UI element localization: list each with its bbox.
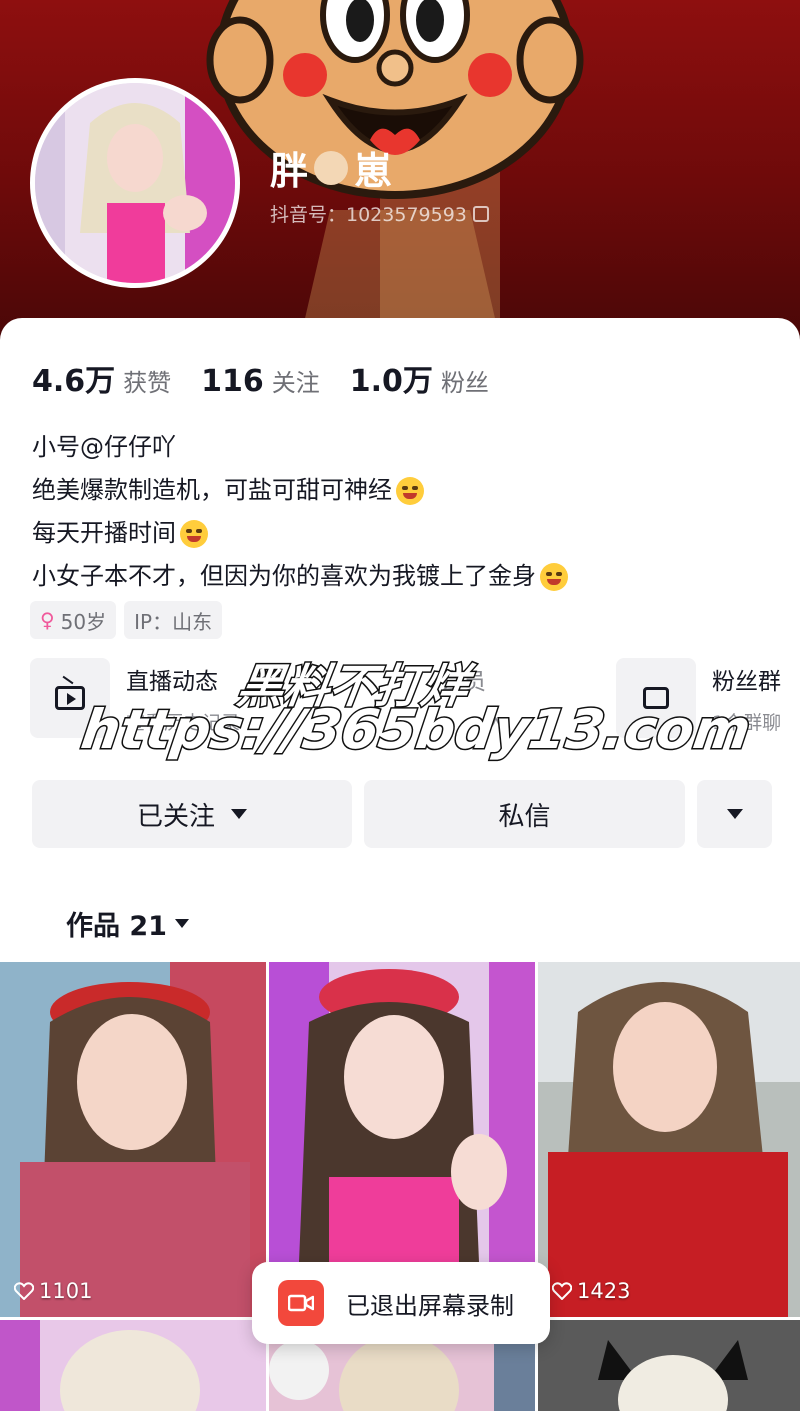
bio-line-2-text: 绝美爆款制造机，可盐可甜可神经	[32, 476, 392, 504]
ip-tag-text: IP：山东	[134, 609, 213, 634]
stat-likes-label: 获赞	[123, 369, 172, 397]
age-tag-text: 50岁	[60, 609, 107, 634]
shy-smile-emoji-icon	[540, 562, 568, 591]
profile-nickname: 胖 崽	[270, 140, 392, 195]
video-thumbnail[interactable]: 1423	[538, 962, 800, 1317]
stat-followers[interactable]: 1.0万 粉丝	[350, 356, 489, 400]
video-camera-icon	[278, 1280, 324, 1326]
like-count: 1101	[14, 1279, 92, 1303]
stat-followers-number: 1.0万	[349, 364, 433, 399]
video-thumbnail[interactable]	[0, 1320, 266, 1411]
video-thumbnail-image	[538, 962, 800, 1317]
douyin-id-row[interactable]: 抖音号：1023579593	[270, 200, 489, 227]
avatar-photo	[35, 83, 235, 283]
age-tag: ♀ 50岁	[30, 601, 117, 639]
toast-text: 已退出屏幕录制	[346, 1291, 514, 1320]
bio-line-alt-account[interactable]: 小号@仔仔吖	[32, 426, 568, 469]
video-thumbnail[interactable]	[538, 1320, 800, 1411]
bio-alt-account-text: 小号@仔仔吖	[32, 433, 176, 461]
caret-down-icon	[231, 809, 247, 819]
caret-down-icon	[726, 809, 743, 819]
followed-button[interactable]: 已关注	[32, 780, 352, 848]
screen-recording-toast: 已退出屏幕录制	[252, 1262, 550, 1344]
bio-line-3: 每天开播时间	[32, 512, 568, 555]
stat-following-label: 关注	[271, 369, 320, 397]
stat-following[interactable]: 116 关注	[201, 363, 320, 399]
copy-icon[interactable]	[472, 205, 489, 222]
stat-likes[interactable]: 4.6万 获赞	[32, 356, 171, 400]
followed-button-label: 已关注	[136, 801, 215, 832]
nickname-part-left: 胖	[270, 149, 309, 193]
bio-line-3-text: 每天开播时间	[32, 519, 176, 547]
live-history-title: 直播动态	[126, 669, 218, 695]
caret-down-icon	[174, 919, 189, 928]
stat-followers-label: 粉丝	[440, 369, 489, 397]
heart-icon	[552, 1282, 572, 1300]
laughing-emoji-icon	[396, 476, 424, 505]
watermark-url: https://365bdy13.com	[76, 697, 756, 763]
tab-works-label: 作品 21	[66, 911, 167, 942]
video-thumbnail-image	[0, 1320, 266, 1411]
profile-stats: 4.6万 获赞 116 关注 1.0万 粉丝	[32, 356, 519, 400]
douyin-id-text: 抖音号：1023579593	[270, 204, 467, 226]
video-thumbnail-image	[538, 1320, 800, 1411]
nerd-face-emoji-icon	[180, 519, 208, 548]
profile-card: 4.6万 获赞 116 关注 1.0万 粉丝 小号@仔仔吖 绝美爆款制造机，可盐…	[0, 318, 800, 1411]
heart-icon	[14, 1282, 34, 1300]
stat-following-number: 116	[201, 364, 264, 399]
puppy-emoji-icon	[314, 150, 349, 185]
bio-line-2: 绝美爆款制造机，可盐可甜可神经	[32, 469, 568, 512]
profile-tags: ♀ 50岁 IP：山东	[30, 601, 223, 639]
bio-line-4: 小女子本不才，但因为你的喜欢为我镀上了金身	[32, 555, 568, 598]
profile-banner: 胖 崽 抖音号：1023579593	[0, 0, 800, 340]
like-count-text: 1101	[39, 1279, 93, 1303]
stat-likes-number: 4.6万	[32, 364, 116, 399]
video-thumbnail-image	[0, 962, 266, 1317]
ip-tag: IP：山东	[124, 601, 223, 639]
message-button-label: 私信	[498, 801, 551, 832]
like-count: 1423	[552, 1279, 630, 1303]
tab-works[interactable]: 作品 21	[66, 904, 189, 943]
more-options-button[interactable]	[697, 780, 772, 848]
video-thumbnail[interactable]: 1101	[0, 962, 266, 1317]
profile-bio: 小号@仔仔吖 绝美爆款制造机，可盐可甜可神经 每天开播时间 小女子本不才，但因为…	[32, 426, 568, 598]
like-count-text: 1423	[577, 1279, 631, 1303]
bio-line-4-text: 小女子本不才，但因为你的喜欢为我镀上了金身	[32, 562, 536, 590]
female-icon: ♀	[40, 608, 55, 632]
tv-icon	[55, 686, 85, 710]
nickname-part-right: 崽	[354, 149, 393, 193]
profile-avatar[interactable]	[30, 78, 240, 288]
fans-group-title: 粉丝群	[712, 669, 781, 695]
message-button[interactable]: 私信	[364, 780, 685, 848]
